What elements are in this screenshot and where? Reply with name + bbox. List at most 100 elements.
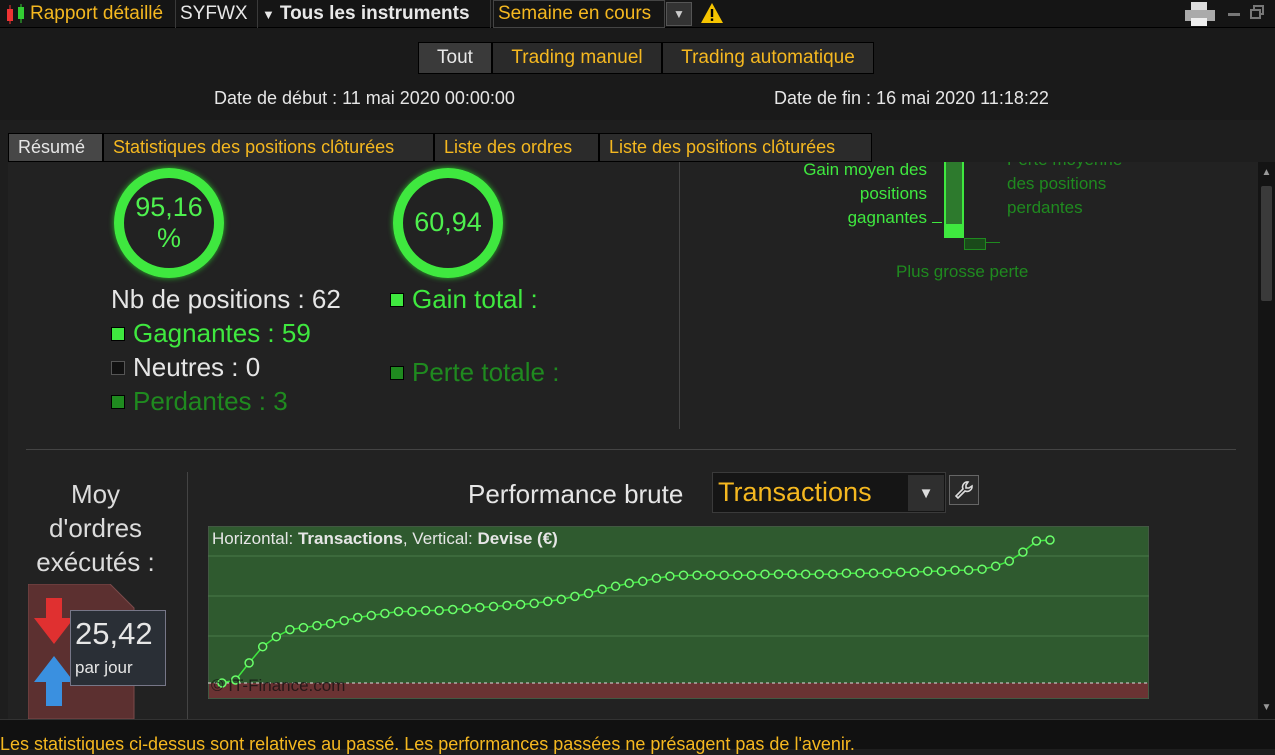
chart-point-50 bbox=[895, 567, 906, 577]
orders-divider bbox=[187, 472, 188, 719]
chart-point-59 bbox=[1018, 547, 1028, 557]
chart-point-56 bbox=[977, 564, 987, 574]
chart-point-29 bbox=[610, 581, 621, 592]
chart-point-60 bbox=[1031, 536, 1042, 546]
chart-point-48 bbox=[868, 568, 879, 578]
period-label: Semaine en cours bbox=[498, 3, 652, 24]
printer-icon[interactable] bbox=[1183, 1, 1217, 27]
win-rate-gauge: 95,16 % bbox=[114, 168, 224, 278]
chart-point-51 bbox=[909, 567, 920, 577]
chart-point-34 bbox=[678, 570, 689, 580]
chart-point-13 bbox=[393, 606, 404, 617]
chevron-down-icon: ▼ bbox=[262, 6, 275, 22]
warning-icon[interactable] bbox=[700, 2, 724, 24]
chart-point-17 bbox=[448, 604, 458, 615]
tab-summary-label: Résumé bbox=[18, 137, 86, 157]
chart-point-31 bbox=[638, 576, 648, 587]
performance-title: Performance brute bbox=[468, 479, 684, 509]
symbol-label: SYFWX bbox=[180, 3, 248, 24]
chart-point-2 bbox=[244, 658, 254, 668]
performance-select[interactable]: Transactions ▼ bbox=[712, 472, 946, 513]
chart-point-24 bbox=[543, 596, 553, 607]
orders-value: 25,42 bbox=[75, 616, 153, 651]
winners-label: Gagnantes : 59 bbox=[133, 318, 311, 348]
restore-icon[interactable] bbox=[1250, 5, 1264, 19]
toolbar: Rapport détaillé SYFWX ▼ Tous les instru… bbox=[0, 0, 1275, 28]
tab-manual-trading[interactable]: Trading manuel bbox=[492, 42, 662, 74]
avg-gain-label: Gain moyen des positions gagnantes bbox=[803, 162, 927, 227]
scroll-thumb[interactable] bbox=[1261, 186, 1272, 301]
chart-point-32 bbox=[651, 573, 662, 584]
positions-count: Nb de positions : 62 bbox=[111, 284, 341, 314]
disclaimer-text: Les statistiques ci-dessus sont relative… bbox=[0, 734, 855, 754]
instruments-dropdown[interactable]: ▼ Tous les instruments bbox=[258, 0, 491, 28]
chart-point-20 bbox=[488, 601, 499, 612]
chart-point-55 bbox=[963, 565, 974, 575]
performance-chart-svg bbox=[207, 525, 1150, 700]
winners-swatch bbox=[111, 326, 125, 341]
chart-point-58 bbox=[1004, 556, 1015, 566]
chart-point-21 bbox=[502, 600, 512, 611]
loss-swatch bbox=[390, 365, 404, 380]
tab-closed-positions-list[interactable]: Liste des positions clôturées bbox=[599, 133, 872, 162]
losers-label: Perdantes : 3 bbox=[133, 386, 288, 416]
chart-settings-button[interactable] bbox=[949, 475, 979, 505]
minimize-icon[interactable] bbox=[1228, 13, 1240, 16]
symbol-button[interactable]: SYFWX bbox=[176, 0, 258, 28]
chart-point-14 bbox=[407, 606, 417, 617]
tab-all[interactable]: Tout bbox=[418, 42, 492, 74]
gain-swatch bbox=[390, 292, 404, 307]
wrench-icon bbox=[954, 481, 973, 500]
tab-automatic-label: Trading automatique bbox=[681, 47, 855, 68]
horizontal-divider bbox=[26, 449, 1236, 450]
tab-stats-label: Statistiques des positions clôturées bbox=[113, 137, 395, 157]
chart-point-27 bbox=[583, 588, 594, 599]
chart-point-37 bbox=[719, 570, 729, 580]
vertical-scrollbar[interactable]: ▲ ▼ bbox=[1258, 162, 1275, 719]
chart-watermark: © IT-Finance.com bbox=[211, 676, 346, 695]
chart-point-16 bbox=[434, 605, 444, 616]
tab-summary[interactable]: Résumé bbox=[8, 133, 103, 162]
tab-closed-positions-stats[interactable]: Statistiques des positions clôturées bbox=[103, 133, 434, 162]
axis-h-value: Transactions bbox=[297, 529, 403, 548]
chart-point-61 bbox=[1045, 535, 1055, 545]
neutral-label: Neutres : 0 bbox=[133, 352, 261, 382]
chart-point-19 bbox=[475, 602, 485, 613]
chart-point-5 bbox=[285, 624, 295, 635]
report-button[interactable]: Rapport détaillé bbox=[0, 0, 176, 28]
end-date: Date de fin : 16 mai 2020 11:18:22 bbox=[774, 88, 1049, 108]
chart-point-25 bbox=[556, 594, 567, 605]
total-gain-label: Gain total : bbox=[412, 284, 538, 314]
chart-point-41 bbox=[773, 569, 784, 579]
chart-point-7 bbox=[312, 620, 322, 631]
chart-point-28 bbox=[597, 584, 607, 595]
scroll-down-icon[interactable]: ▼ bbox=[1258, 697, 1275, 719]
orders-unit: par jour bbox=[75, 658, 133, 677]
loss-line bbox=[986, 242, 1000, 243]
chart-point-30 bbox=[624, 578, 634, 589]
chart-point-10 bbox=[352, 612, 363, 623]
chart-point-38 bbox=[733, 570, 743, 580]
chart-plot-area bbox=[207, 525, 1150, 700]
summary-panel: 95,16 % 60,94 Nb de positions : 62 Gagna… bbox=[8, 162, 1258, 719]
losers-stat: Perdantes : 3 bbox=[111, 386, 288, 417]
candlestick-icon bbox=[7, 4, 24, 24]
chart-point-49 bbox=[882, 568, 892, 578]
chart-point-45 bbox=[828, 569, 838, 579]
tab-orders-list[interactable]: Liste des ordres bbox=[434, 133, 599, 162]
chevron-down-icon[interactable]: ▼ bbox=[908, 475, 944, 511]
scroll-up-icon[interactable]: ▲ bbox=[1258, 162, 1275, 184]
period-dropdown[interactable]: Semaine en cours bbox=[493, 0, 665, 28]
neutral-stat: Neutres : 0 bbox=[111, 352, 260, 383]
tab-automatic-trading[interactable]: Trading automatique bbox=[662, 42, 874, 74]
chevron-down-icon: ▼ bbox=[673, 7, 685, 21]
chart-point-15 bbox=[420, 605, 431, 616]
axis-v-label: , Vertical: bbox=[402, 529, 478, 548]
chart-point-9 bbox=[339, 615, 349, 626]
chart-point-43 bbox=[800, 569, 811, 579]
winners-stat: Gagnantes : 59 bbox=[111, 318, 311, 349]
axis-v-value: Devise (€) bbox=[477, 529, 558, 548]
period-dropdown-button[interactable]: ▼ bbox=[666, 2, 692, 26]
tab-positions-label: Liste des positions clôturées bbox=[609, 137, 836, 157]
chart-point-44 bbox=[814, 569, 824, 579]
